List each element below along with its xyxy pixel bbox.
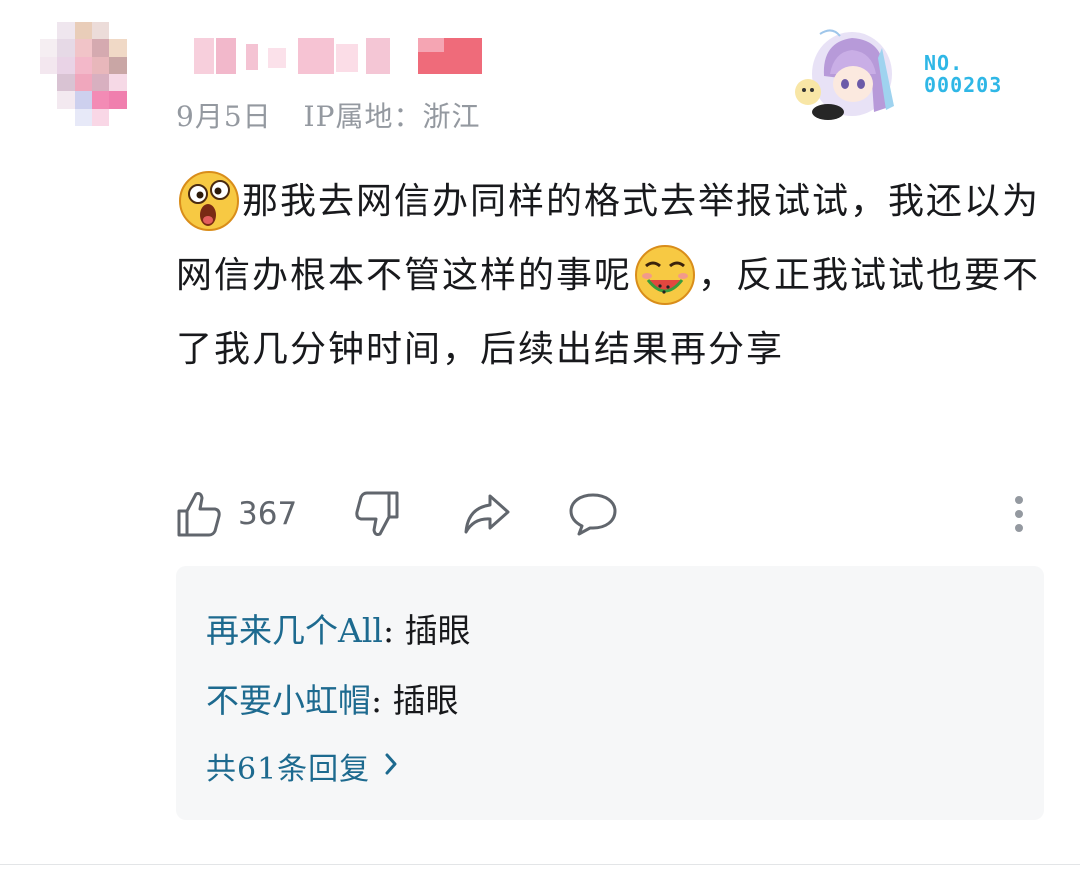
- reply-button[interactable]: [568, 486, 618, 542]
- fan-number-badge: NO. 000203: [924, 52, 1002, 96]
- reply-username[interactable]: 再来几个All: [206, 611, 383, 650]
- reply-item[interactable]: 再来几个All: 插眼: [206, 604, 471, 652]
- fan-number-prefix: NO.: [924, 51, 964, 75]
- chevron-right-icon: [370, 749, 398, 784]
- more-icon: [1012, 492, 1026, 536]
- comment-date: 9月5日: [176, 100, 272, 133]
- action-bar: 367: [176, 486, 1038, 542]
- reply-item[interactable]: 不要小虹帽: 插眼: [206, 674, 459, 722]
- replies-preview[interactable]: 再来几个All: 插眼 不要小虹帽: 插眼 共61条回复: [176, 566, 1044, 820]
- share-icon: [462, 492, 512, 536]
- comment-meta: 9月5日 IP属地：浙江: [176, 95, 480, 135]
- like-count: 367: [238, 496, 298, 532]
- more-options-button[interactable]: [1012, 486, 1026, 542]
- reply-separator: :: [371, 681, 383, 720]
- avatar[interactable]: [40, 22, 144, 126]
- reply-username[interactable]: 不要小虹帽: [206, 681, 371, 720]
- share-button[interactable]: [462, 486, 512, 542]
- avatar-pendant-image: [794, 28, 904, 120]
- ip-location: IP属地：浙江: [303, 100, 481, 133]
- username[interactable]: [178, 38, 498, 74]
- thumbs-up-icon: [176, 489, 222, 539]
- divider: [0, 864, 1080, 865]
- reply-text: 插眼: [404, 611, 471, 650]
- dislike-button[interactable]: [354, 486, 400, 542]
- reply-separator: :: [382, 611, 395, 650]
- view-all-replies-link[interactable]: 共61条回复: [206, 744, 398, 788]
- view-all-replies-label: 共61条回复: [206, 752, 371, 787]
- watermelon-face-emoji: [632, 242, 698, 308]
- shocked-face-emoji: [176, 168, 242, 234]
- reply-text: 插眼: [392, 681, 459, 720]
- like-button[interactable]: 367: [176, 486, 297, 542]
- fan-number-value: 000203: [924, 73, 1003, 97]
- reply-icon: [568, 491, 618, 537]
- thumbs-down-icon: [354, 489, 400, 539]
- comment-content: 那我去网信办同样的格式去举报试试，我还以为网信办根本不管这样的事呢 ，反正我试试…: [176, 165, 1056, 387]
